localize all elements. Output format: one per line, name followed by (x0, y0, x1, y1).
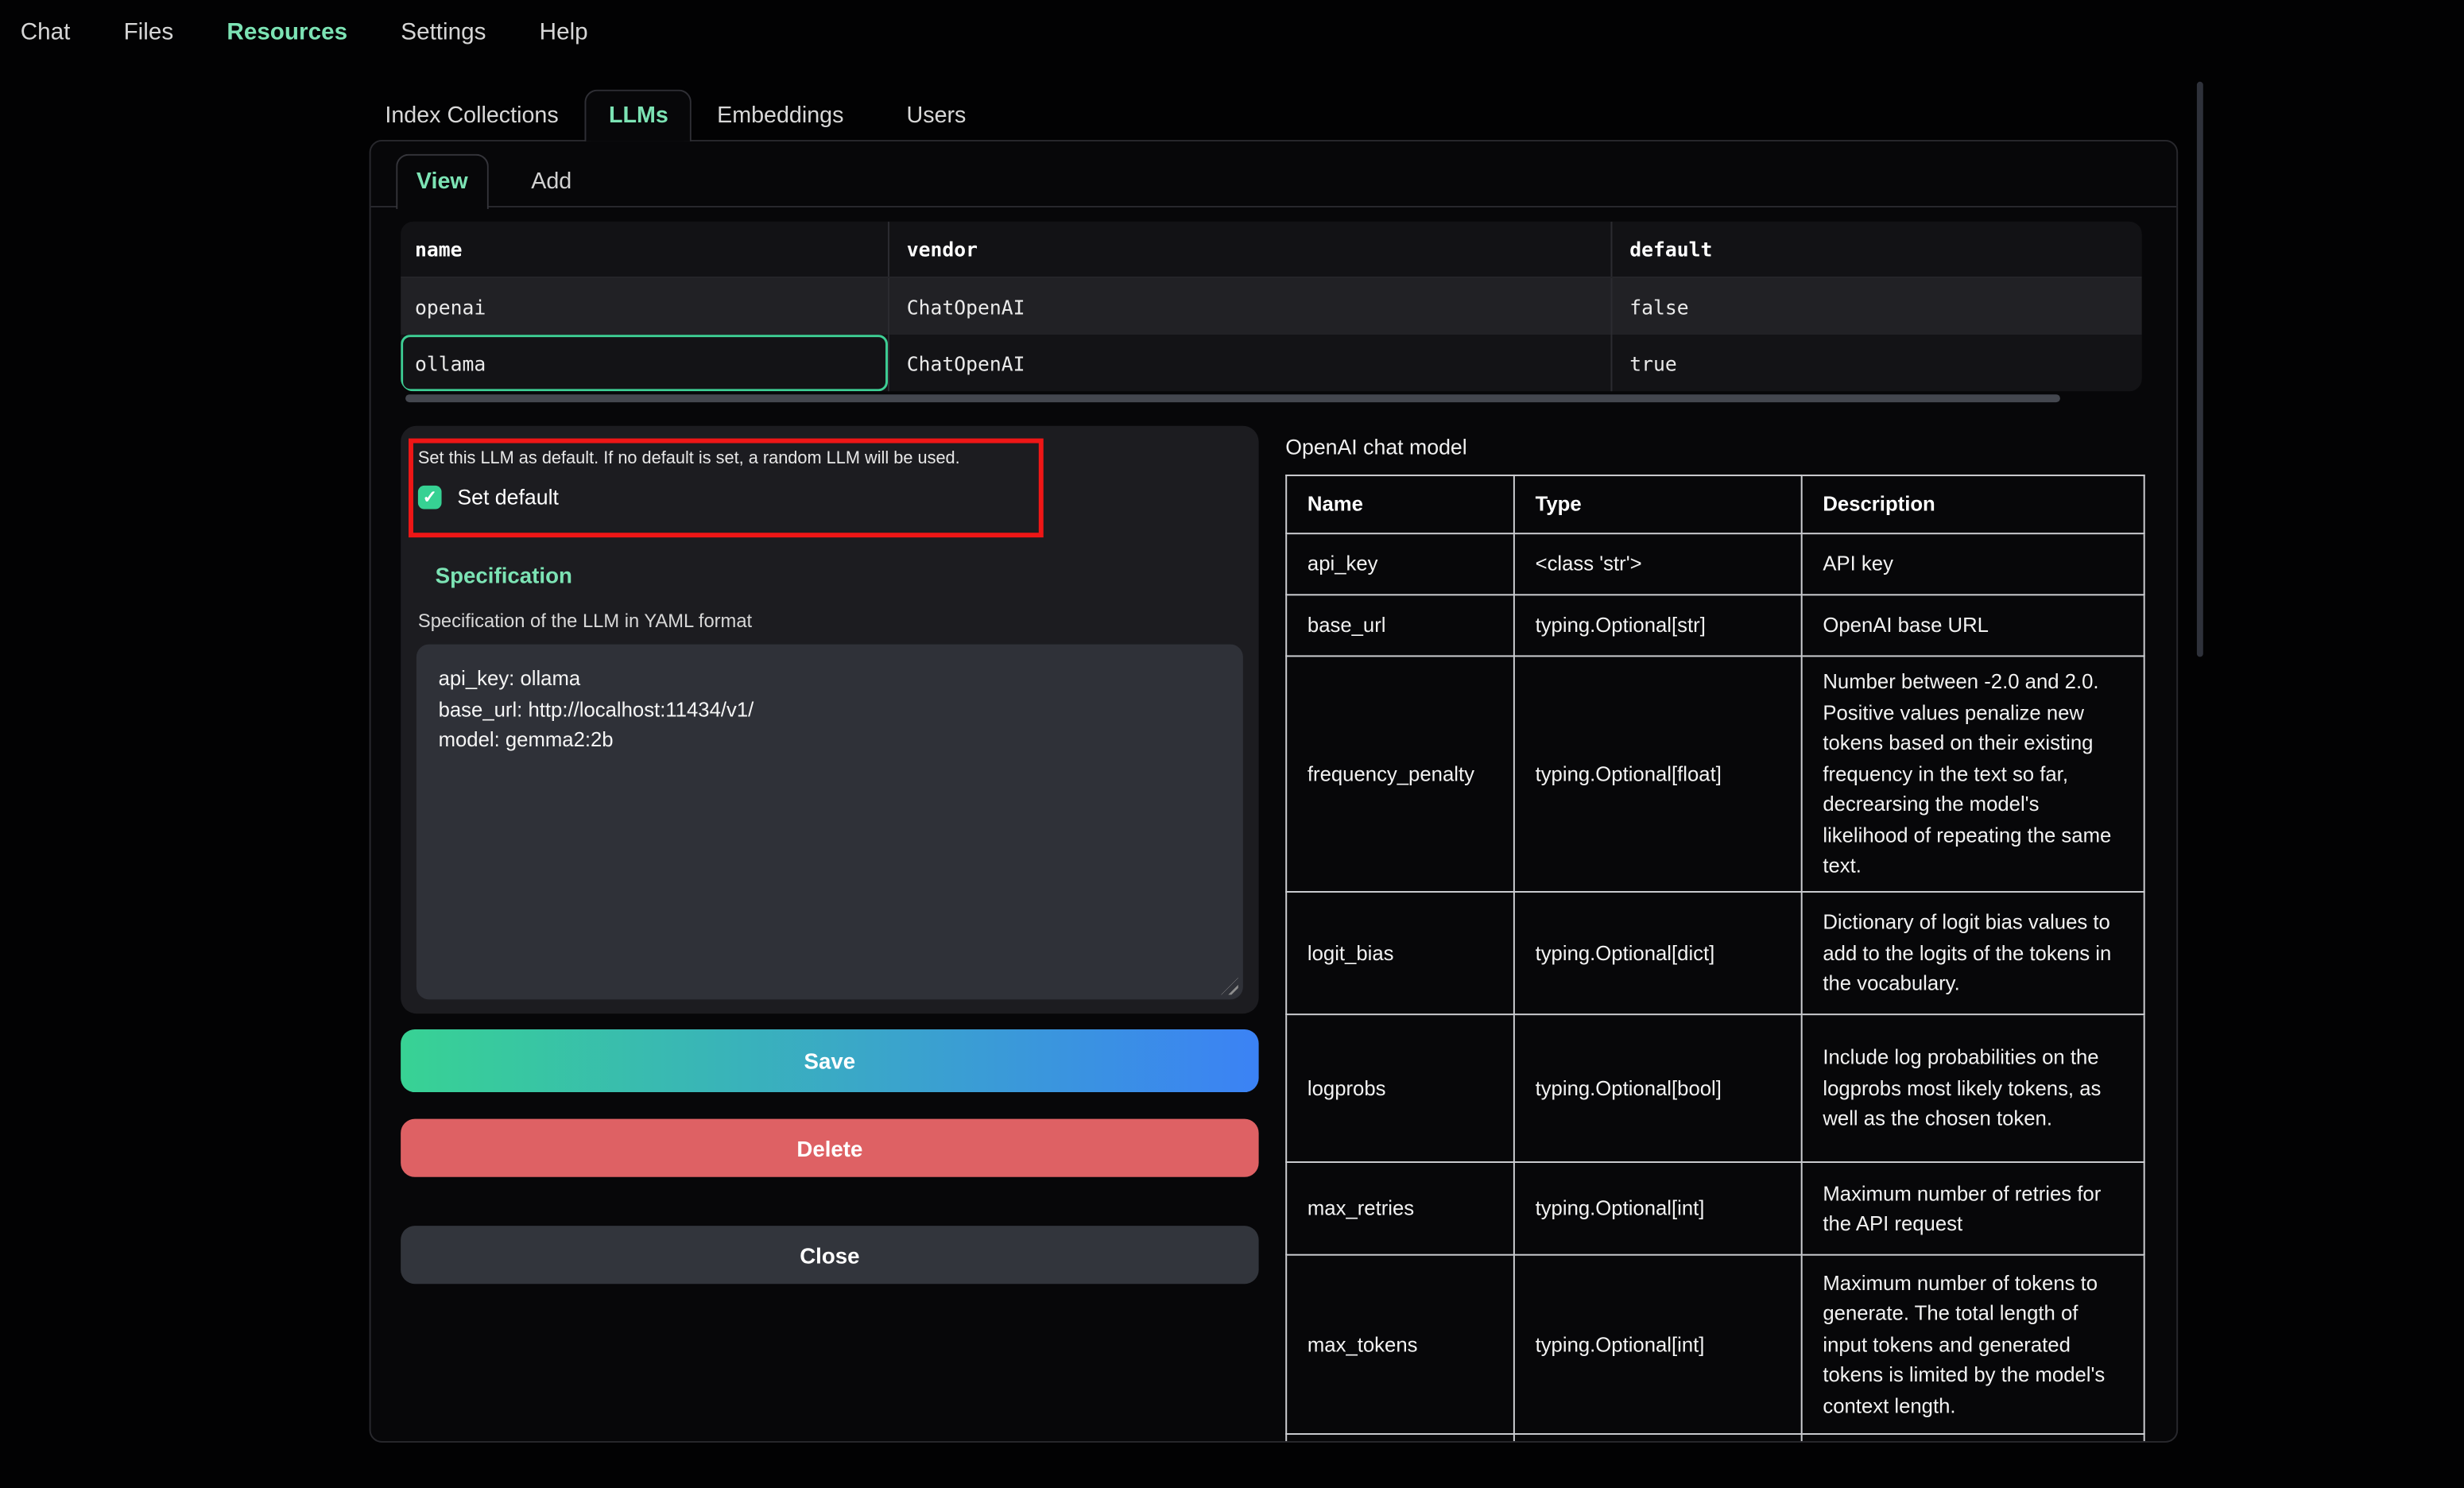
param-type: typing.Optional[dict] (1514, 892, 1802, 1014)
column-header-default: default (1610, 222, 2141, 277)
param-type: <class 'str'> (1514, 533, 1802, 595)
llm-table-header: name vendor default (401, 222, 2142, 278)
param-row-max-retries: max_retries typing.Optional[int] Maximum… (1286, 1162, 2144, 1255)
specification-subtitle: Specification of the LLM in YAML format (418, 610, 752, 632)
save-button[interactable]: Save (401, 1029, 1258, 1092)
tab-index-collections[interactable]: Index Collections (371, 90, 573, 141)
tab-llms[interactable]: LLMs (585, 90, 692, 141)
cell-default[interactable]: true (1610, 335, 2141, 391)
param-name: max_tokens (1286, 1255, 1514, 1434)
set-default-label: Set default (457, 486, 559, 510)
param-description: Dictionary of logit bias values to add t… (1802, 892, 2144, 1014)
param-type: typing.Optional[int] (1514, 1162, 1802, 1255)
param-description: Maximum number of tokens to generate. Th… (1802, 1255, 2144, 1434)
param-name (1286, 1434, 1514, 1443)
cell-name[interactable]: openai (401, 278, 888, 335)
table-row-openai[interactable]: openai ChatOpenAI false (401, 278, 2142, 335)
param-description: API key (1802, 533, 2144, 595)
vertical-scrollbar[interactable] (2197, 82, 2203, 657)
tab-add[interactable]: Add (515, 156, 587, 207)
param-type (1514, 1434, 1802, 1443)
params-header-row: Name Type Description (1286, 475, 2144, 533)
table-row-ollama[interactable]: ollama ChatOpenAI true (401, 335, 2142, 391)
param-description: OpenAI base URL (1802, 595, 2144, 656)
param-row-frequency-penalty: frequency_penalty typing.Optional[float]… (1286, 656, 2144, 892)
specification-heading: Specification (436, 563, 572, 588)
param-type: typing.Optional[int] (1514, 1255, 1802, 1434)
horizontal-scrollbar[interactable] (405, 394, 2060, 402)
tab-embeddings[interactable]: Embeddings (703, 90, 858, 141)
close-button[interactable]: Close (401, 1226, 1258, 1284)
param-name: api_key (1286, 533, 1514, 595)
set-default-row: ✓ Set default (418, 486, 559, 510)
tab-users[interactable]: Users (893, 90, 980, 141)
llms-panel: View Add name vendor default openai Chat… (370, 140, 2179, 1443)
param-row-logit-bias: logit_bias typing.Optional[dict] Diction… (1286, 892, 2144, 1014)
column-header-vendor: vendor (888, 222, 1610, 277)
llm-detail-panel: Set this LLM as default. If no default i… (401, 426, 1258, 1013)
cell-name-selected[interactable]: ollama (401, 335, 888, 391)
param-row-api-key: api_key <class 'str'> API key (1286, 533, 2144, 595)
nav-item-help[interactable]: Help (540, 18, 588, 45)
nav-item-files[interactable]: Files (124, 18, 174, 45)
param-name: logit_bias (1286, 892, 1514, 1014)
param-row-clipped (1286, 1434, 2144, 1443)
param-description: Include log probabilities on the logprob… (1802, 1014, 2144, 1162)
param-type: typing.Optional[str] (1514, 595, 1802, 656)
param-description (1802, 1434, 2144, 1443)
param-name: logprobs (1286, 1014, 1514, 1162)
param-row-base-url: base_url typing.Optional[str] OpenAI bas… (1286, 595, 2144, 656)
params-header-description: Description (1802, 475, 2144, 533)
param-name: frequency_penalty (1286, 656, 1514, 892)
delete-button[interactable]: Delete (401, 1119, 1258, 1177)
view-add-tabs: View Add (371, 141, 2177, 207)
column-header-name: name (401, 222, 888, 277)
param-description: Number between -2.0 and 2.0. Positive va… (1802, 656, 2144, 892)
params-panel-title: OpenAI chat model (1285, 436, 1467, 459)
param-name: max_retries (1286, 1162, 1514, 1255)
set-default-checkbox[interactable]: ✓ (418, 486, 442, 510)
params-header-name: Name (1286, 475, 1514, 533)
set-default-hint: Set this LLM as default. If no default i… (418, 449, 960, 468)
param-type: typing.Optional[float] (1514, 656, 1802, 892)
yaml-spec-textarea[interactable]: api_key: ollama base_url: http://localho… (416, 645, 1243, 1000)
llm-list-table: name vendor default openai ChatOpenAI fa… (401, 222, 2142, 392)
resize-handle-icon[interactable] (1221, 978, 1238, 995)
top-navigation: Chat Files Resources Settings Help (0, 0, 2464, 63)
nav-item-resources[interactable]: Resources (227, 18, 347, 45)
param-name: base_url (1286, 595, 1514, 656)
tab-view[interactable]: View (396, 154, 488, 209)
cell-vendor[interactable]: ChatOpenAI (888, 278, 1610, 335)
param-type: typing.Optional[bool] (1514, 1014, 1802, 1162)
nav-item-settings[interactable]: Settings (401, 18, 486, 45)
param-row-logprobs: logprobs typing.Optional[bool] Include l… (1286, 1014, 2144, 1162)
app-window: Chat Files Resources Settings Help Index… (0, 0, 2464, 1488)
cell-vendor[interactable]: ChatOpenAI (888, 335, 1610, 391)
cell-default[interactable]: false (1610, 278, 2141, 335)
param-row-max-tokens: max_tokens typing.Optional[int] Maximum … (1286, 1255, 2144, 1434)
resource-tabs: Index Collections LLMs Embeddings Users (371, 90, 981, 141)
nav-item-chat[interactable]: Chat (21, 18, 71, 45)
param-description: Maximum number of retries for the API re… (1802, 1162, 2144, 1255)
openai-params-table: Name Type Description api_key <class 'st… (1285, 475, 2144, 1443)
params-header-type: Type (1514, 475, 1802, 533)
